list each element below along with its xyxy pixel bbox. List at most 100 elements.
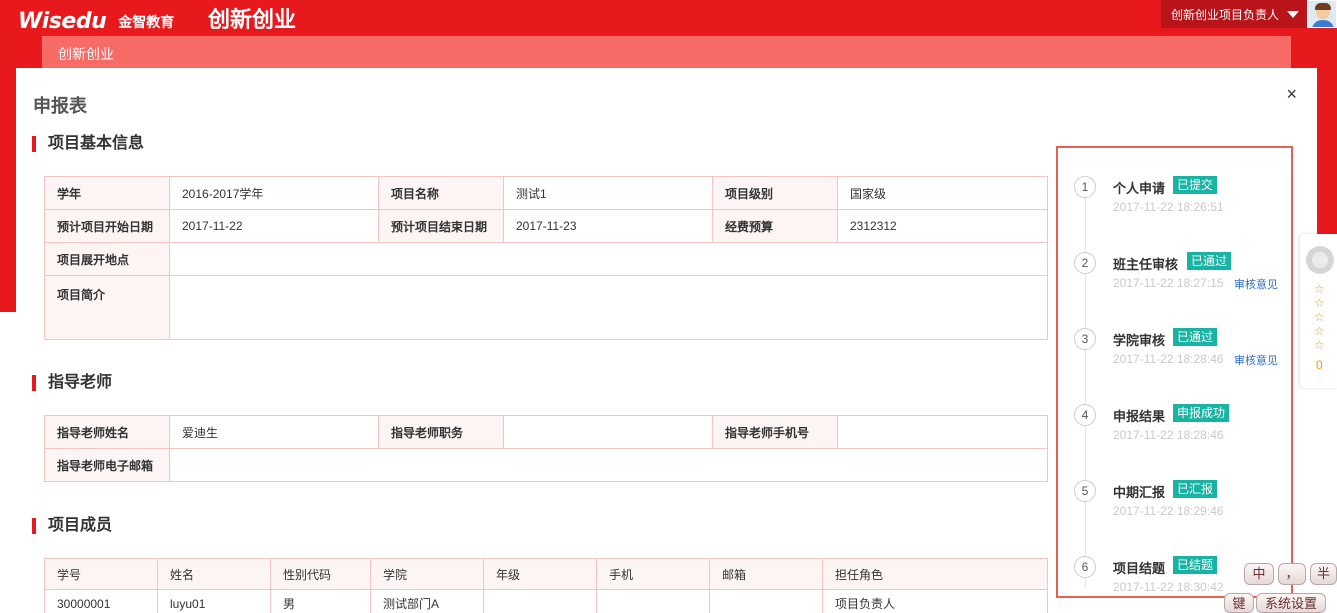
table-header-row: 学号 姓名 性别代码 学院 年级 手机 邮箱 担任角色 bbox=[44, 558, 1048, 590]
status-badge: 已汇报 bbox=[1173, 480, 1218, 498]
section-title-advisor: 指导老师 bbox=[32, 375, 112, 391]
cell-name: luyu01 bbox=[157, 589, 271, 613]
status-badge: 已通过 bbox=[1187, 252, 1232, 270]
star-rating-icon[interactable]: ☆ ☆ ☆ ☆ ☆ bbox=[1314, 282, 1328, 352]
value-cell bbox=[169, 242, 1048, 276]
value-cell: 2016-2017学年 bbox=[169, 176, 379, 210]
cell-role: 项目负责人 bbox=[822, 589, 1048, 613]
table-row: 学年 2016-2017学年 项目名称 测试1 项目级别 国家级 bbox=[44, 176, 1048, 210]
logo-cn-text: 金智教育 bbox=[118, 14, 175, 30]
ime-chinese-toggle[interactable]: 中 bbox=[1244, 563, 1274, 585]
table-row: 30000001 luyu01 男 测试部门A 项目负责人 bbox=[44, 589, 1048, 613]
ime-settings-button[interactable]: 系统设置 bbox=[1256, 593, 1326, 613]
timeline-step: 1 个人申请 已提交 2017-11-22 18:26:51 bbox=[1058, 176, 1293, 236]
step-time: 2017-11-22 18:26:51 bbox=[1113, 200, 1224, 214]
step-label: 项目结题 bbox=[1113, 561, 1166, 576]
rating-count: 0 bbox=[1316, 358, 1323, 372]
caret-down-icon bbox=[1287, 10, 1299, 18]
step-number: 2 bbox=[1074, 252, 1096, 274]
top-header: Wisedu 金智教育 创新创业 创新创业项目负责人 bbox=[0, 0, 1337, 36]
cell-student-id: 30000001 bbox=[44, 589, 158, 613]
column-header: 学号 bbox=[44, 558, 158, 590]
value-cell: 2017-11-22 bbox=[169, 209, 379, 243]
value-cell: 2312312 bbox=[837, 209, 1048, 243]
value-cell: 国家级 bbox=[837, 176, 1048, 210]
widget-avatar bbox=[1306, 246, 1334, 274]
value-cell bbox=[837, 415, 1048, 449]
status-badge: 已提交 bbox=[1173, 176, 1218, 194]
column-header: 姓名 bbox=[157, 558, 271, 590]
step-number: 4 bbox=[1074, 404, 1096, 426]
label-cell: 项目简介 bbox=[44, 275, 170, 340]
column-header: 手机 bbox=[596, 558, 710, 590]
step-time: 2017-11-22 18:29:46 bbox=[1113, 504, 1224, 518]
label-cell: 预计项目结束日期 bbox=[378, 209, 504, 243]
section-title-members: 项目成员 bbox=[32, 518, 112, 534]
label-cell: 经费预算 bbox=[712, 209, 838, 243]
rating-widget[interactable]: ☆ ☆ ☆ ☆ ☆ 0 bbox=[1300, 234, 1337, 388]
user-avatar bbox=[1307, 0, 1337, 28]
timeline-step: 2 班主任审核 已通过 2017-11-22 18:27:15 审核意见 bbox=[1058, 252, 1293, 312]
label-cell: 指导老师职务 bbox=[378, 415, 504, 449]
cell-email bbox=[709, 589, 823, 613]
sub-navigation: 创新创业 bbox=[42, 36, 1291, 68]
ime-keyboard-button[interactable]: 键 bbox=[1224, 593, 1254, 613]
user-menu[interactable]: 创新创业项目负责人 bbox=[1160, 0, 1337, 28]
status-badge: 申报成功 bbox=[1173, 404, 1230, 422]
close-icon[interactable]: × bbox=[1286, 84, 1297, 105]
members-table: 学号 姓名 性别代码 学院 年级 手机 邮箱 担任角色 30000001 luy… bbox=[44, 558, 1048, 613]
table-row: 项目展开地点 bbox=[44, 242, 1048, 276]
cell-gender: 男 bbox=[270, 589, 371, 613]
cell-college: 测试部门A bbox=[370, 589, 484, 613]
label-cell: 指导老师电子邮箱 bbox=[44, 448, 170, 482]
column-header: 担任角色 bbox=[822, 558, 1048, 590]
value-cell: 2017-11-23 bbox=[503, 209, 713, 243]
table-row: 项目简介 bbox=[44, 275, 1048, 340]
cell-phone bbox=[596, 589, 710, 613]
approval-timeline: 1 个人申请 已提交 2017-11-22 18:26:51 2 班主任审核 已… bbox=[1056, 146, 1293, 598]
step-label: 申报结果 bbox=[1113, 409, 1166, 424]
value-cell bbox=[169, 275, 1048, 340]
step-time: 2017-11-22 18:28:46 bbox=[1113, 352, 1224, 366]
step-number: 1 bbox=[1074, 176, 1096, 198]
column-header: 性别代码 bbox=[270, 558, 371, 590]
step-time: 2017-11-22 18:30:42 bbox=[1113, 580, 1224, 594]
step-label: 学院审核 bbox=[1113, 333, 1166, 348]
step-number: 5 bbox=[1074, 480, 1096, 502]
section-title-basic-info: 项目基本信息 bbox=[32, 136, 144, 152]
step-number: 3 bbox=[1074, 328, 1096, 350]
step-label: 中期汇报 bbox=[1113, 485, 1166, 500]
modal-title: 申报表 bbox=[33, 96, 87, 116]
logo-wordmark: Wisedu bbox=[18, 9, 107, 34]
app-title: 创新创业 bbox=[208, 7, 297, 32]
step-number: 6 bbox=[1074, 556, 1096, 578]
table-row: 预计项目开始日期 2017-11-22 预计项目结束日期 2017-11-23 … bbox=[44, 209, 1048, 243]
label-cell: 预计项目开始日期 bbox=[44, 209, 170, 243]
subnav-label[interactable]: 创新创业 bbox=[58, 44, 114, 64]
review-comments-link[interactable]: 审核意见 bbox=[1234, 276, 1278, 292]
label-cell: 项目级别 bbox=[712, 176, 838, 210]
column-header: 学院 bbox=[370, 558, 484, 590]
timeline-step: 3 学院审核 已通过 2017-11-22 18:28:46 审核意见 bbox=[1058, 328, 1293, 388]
cell-grade bbox=[483, 589, 597, 613]
value-cell bbox=[169, 448, 1048, 482]
label-cell: 学年 bbox=[44, 176, 170, 210]
table-row: 指导老师电子邮箱 bbox=[44, 448, 1048, 482]
label-cell: 项目展开地点 bbox=[44, 242, 170, 276]
timeline-step: 4 申报结果 申报成功 2017-11-22 18:28:46 bbox=[1058, 404, 1293, 464]
advisor-table: 指导老师姓名 爱迪生 指导老师职务 指导老师手机号 指导老师电子邮箱 bbox=[44, 415, 1048, 482]
label-cell: 指导老师姓名 bbox=[44, 415, 170, 449]
value-cell: 测试1 bbox=[503, 176, 713, 210]
timeline-step: 5 中期汇报 已汇报 2017-11-22 18:29:46 bbox=[1058, 480, 1293, 540]
step-time: 2017-11-22 18:28:46 bbox=[1113, 428, 1224, 442]
wisedu-logo[interactable]: Wisedu 金智教育 bbox=[18, 6, 174, 34]
user-name: 创新创业项目负责人 bbox=[1170, 7, 1279, 22]
status-badge: 已通过 bbox=[1173, 328, 1218, 346]
step-label: 班主任审核 bbox=[1113, 257, 1179, 272]
table-row: 指导老师姓名 爱迪生 指导老师职务 指导老师手机号 bbox=[44, 415, 1048, 449]
label-cell: 项目名称 bbox=[378, 176, 504, 210]
ime-punctuation-toggle[interactable]: ， bbox=[1278, 563, 1306, 585]
review-comments-link[interactable]: 审核意见 bbox=[1234, 352, 1278, 368]
basic-info-table: 学年 2016-2017学年 项目名称 测试1 项目级别 国家级 预计项目开始日… bbox=[44, 176, 1048, 340]
ime-halfwidth-toggle[interactable]: 半 bbox=[1310, 563, 1337, 585]
